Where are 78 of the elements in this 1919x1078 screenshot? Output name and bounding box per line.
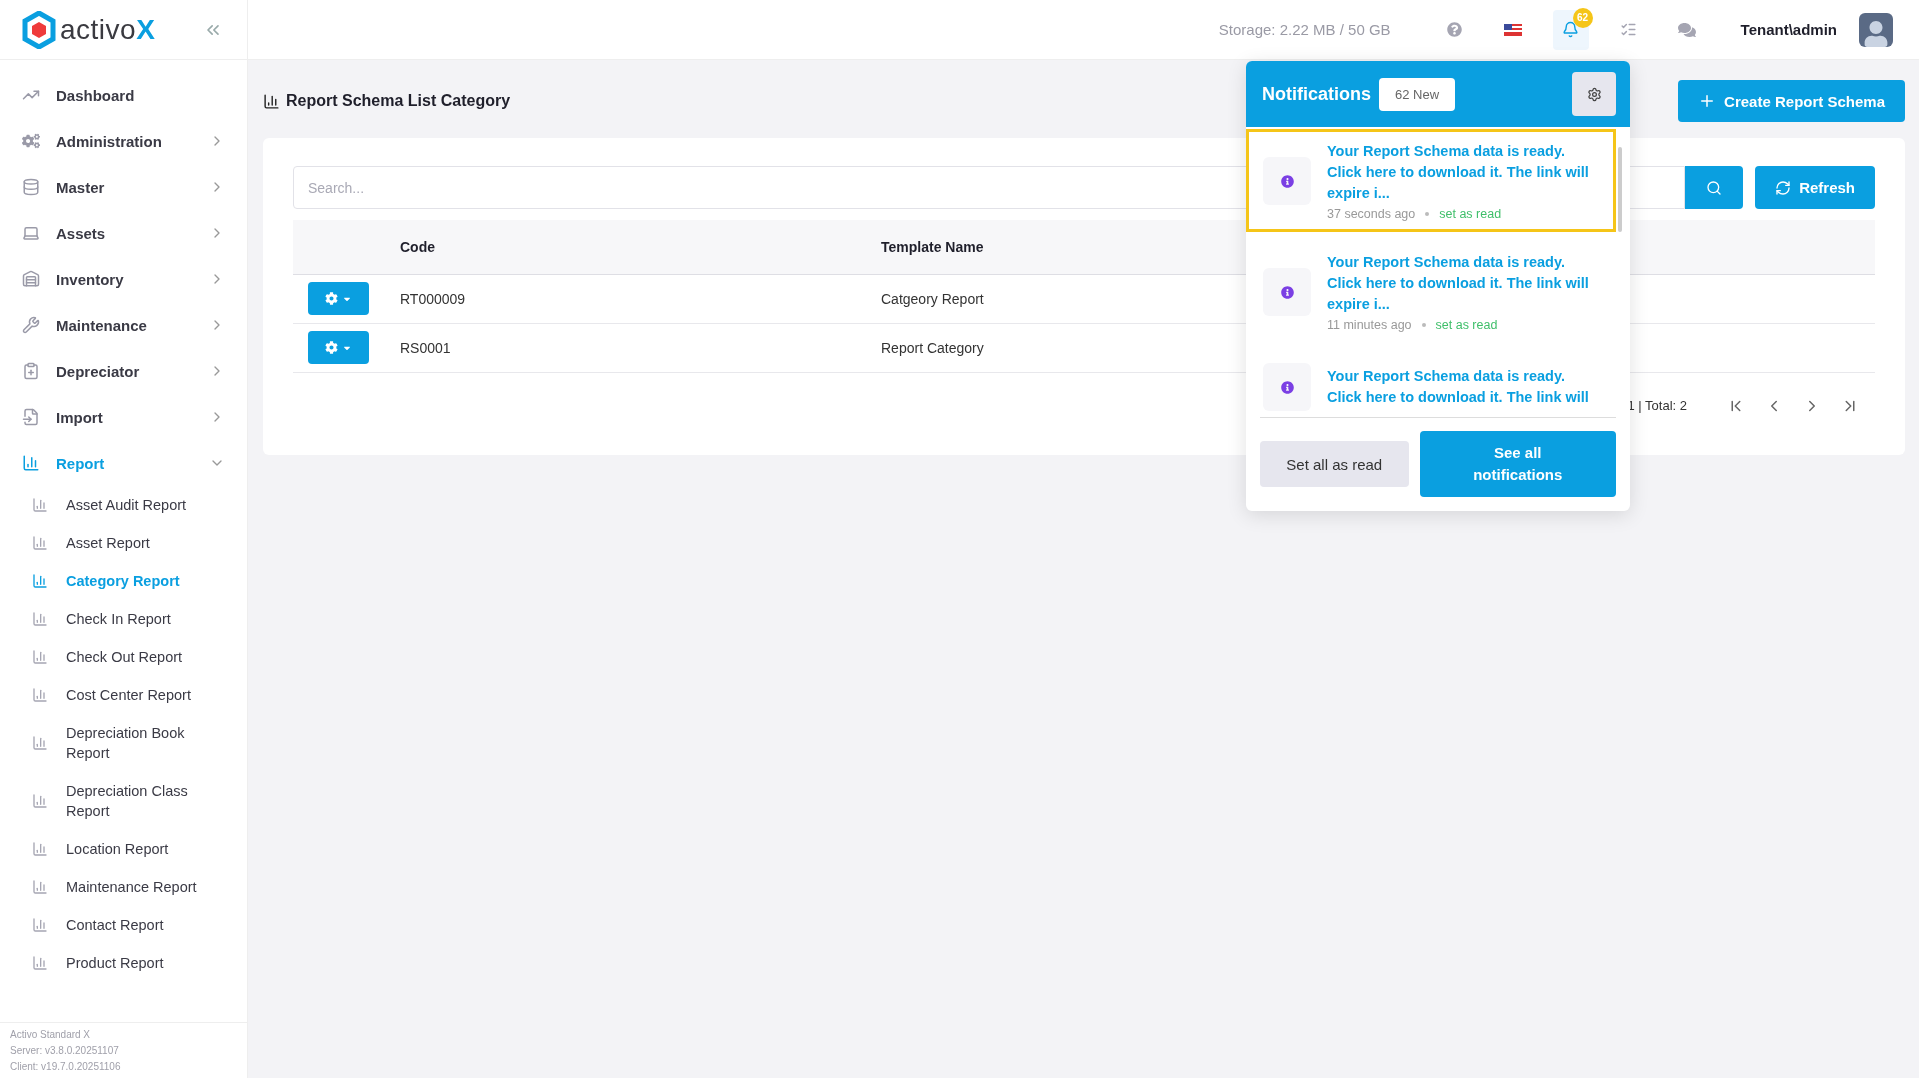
page-title: Report Schema List Category xyxy=(286,92,511,110)
set-all-read-button[interactable]: Set all as read xyxy=(1260,441,1409,487)
table-cell: RS0001 xyxy=(400,323,881,372)
flag-icon[interactable] xyxy=(1503,23,1522,36)
refresh-icon xyxy=(1775,179,1792,196)
menu-icon xyxy=(22,178,40,196)
scrollbar[interactable] xyxy=(1618,147,1622,232)
submenu-item[interactable]: Cost Center Report xyxy=(0,676,247,714)
settings-icon xyxy=(1586,86,1602,102)
sidebar-item[interactable]: Depreciator xyxy=(0,348,247,394)
chart-icon xyxy=(32,573,48,589)
version-text: Activo Standard X xyxy=(10,1029,92,1040)
logo-icon xyxy=(22,10,56,49)
sidebar-item[interactable]: Dashboard xyxy=(0,72,247,118)
menu-icon xyxy=(22,408,40,426)
person-silhouette-icon xyxy=(1863,20,1889,47)
search-button[interactable] xyxy=(1685,166,1744,209)
menu-icon xyxy=(22,132,40,150)
submenu-item[interactable]: Asset Report xyxy=(0,524,247,562)
sidebar-item[interactable]: Maintenance xyxy=(0,302,247,348)
row-actions-button[interactable] xyxy=(308,282,369,315)
help-icon xyxy=(1447,22,1463,37)
sidebar-item[interactable]: Import xyxy=(0,394,247,440)
chart-icon xyxy=(32,917,48,933)
table-cell: RT000009 xyxy=(400,274,881,323)
submenu-item[interactable]: Check In Report xyxy=(0,600,247,638)
sidebar-item[interactable]: Administration xyxy=(0,118,247,164)
info-icon xyxy=(1280,285,1294,299)
bell-icon xyxy=(1562,21,1580,38)
info-icon xyxy=(1280,380,1294,394)
chart-icon xyxy=(263,92,280,110)
chart-icon xyxy=(32,649,48,665)
checklist-icon xyxy=(1620,21,1638,38)
submenu-item[interactable]: Check Out Report xyxy=(0,638,247,676)
submenu-item[interactable]: Depreciation Class Report xyxy=(0,772,247,830)
notification-time: 37 seconds ago xyxy=(1327,207,1416,221)
column-header: Code xyxy=(400,220,881,274)
info-icon xyxy=(1280,174,1294,188)
sidebar-item[interactable]: Assets xyxy=(0,210,247,256)
chart-icon xyxy=(32,793,48,809)
search-icon xyxy=(1706,179,1723,196)
submenu-item[interactable]: Contact Report xyxy=(0,906,247,944)
chart-icon xyxy=(32,611,48,627)
submenu-item[interactable]: Maintenance Report xyxy=(0,868,247,906)
menu-icon xyxy=(22,362,40,380)
avatar[interactable] xyxy=(1859,12,1893,47)
separator-dot xyxy=(1421,323,1426,327)
user-name[interactable]: Tenant\admin xyxy=(1740,21,1837,38)
sidebar-item[interactable]: Master xyxy=(0,164,247,210)
menu-icon xyxy=(22,454,40,472)
panel-title: Notifications xyxy=(1262,83,1371,105)
submenu-item[interactable]: Asset Audit Report xyxy=(0,486,247,524)
chart-icon xyxy=(32,879,48,895)
chart-icon xyxy=(32,535,48,551)
chart-icon xyxy=(32,955,48,971)
chart-icon xyxy=(32,497,48,513)
menu-icon xyxy=(22,270,40,288)
sidebar-item[interactable]: Inventory xyxy=(0,256,247,302)
new-count: 62 New xyxy=(1379,77,1456,111)
menu-icon xyxy=(22,316,40,334)
submenu-item[interactable]: Location Report xyxy=(0,830,247,868)
logo-text: activoX xyxy=(60,13,156,46)
notification-count: 62 xyxy=(1572,7,1593,28)
gear-icon xyxy=(325,292,338,305)
menu-icon xyxy=(22,224,40,242)
version-text: Server: v3.8.0.20251107 xyxy=(10,1045,120,1056)
chart-icon xyxy=(32,735,48,751)
chart-icon xyxy=(32,687,48,703)
version-text: Client: v19.7.0.20251106 xyxy=(10,1061,122,1072)
separator-dot xyxy=(1425,212,1430,216)
settings-button[interactable] xyxy=(1572,72,1616,116)
submenu-item[interactable]: Product Report xyxy=(0,944,247,982)
submenu-item[interactable]: Depreciation Book Report xyxy=(0,714,247,772)
gear-icon xyxy=(325,341,338,354)
row-actions-button[interactable] xyxy=(308,331,369,364)
chat-icon xyxy=(1677,20,1696,39)
storage-text: Storage: 2.22 MB / 50 GB xyxy=(1218,21,1391,38)
chart-icon xyxy=(32,841,48,857)
